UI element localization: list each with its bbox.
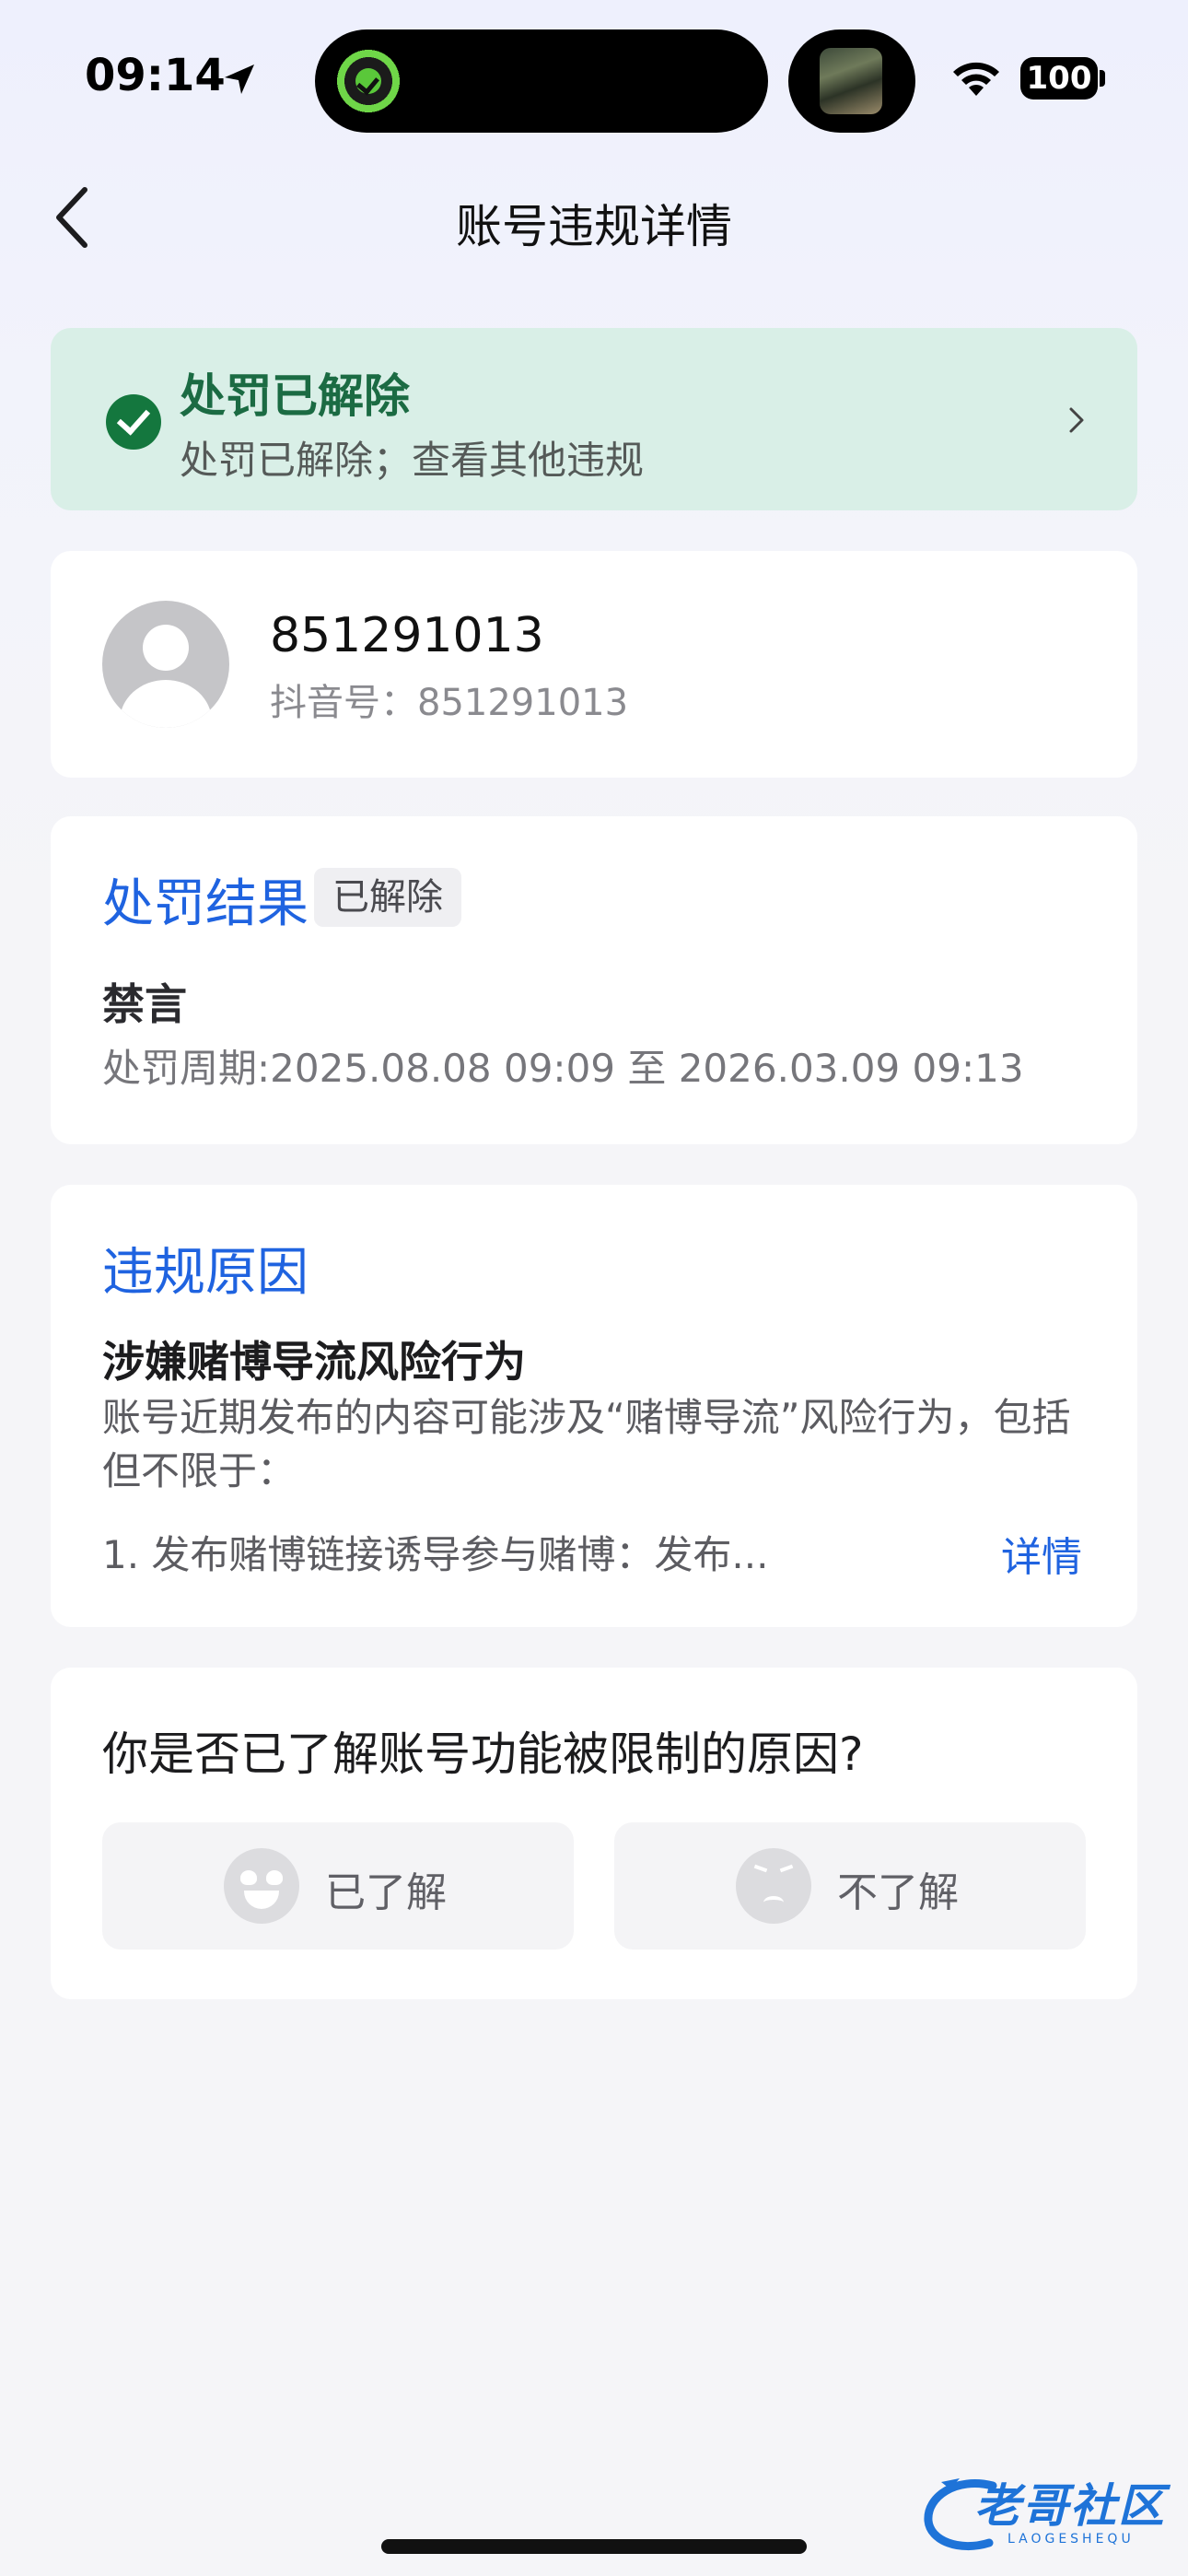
penalty-type: 禁言 [102,979,187,1029]
island-app-icon [335,48,402,114]
not-understood-label: 不了解 [837,1869,959,1916]
not-understood-button[interactable]: 不了解 [614,1822,1086,1950]
penalty-lifted-banner[interactable]: 处罚已解除 处罚已解除；查看其他违规 [51,328,1137,510]
profile-card: 851291013 抖音号：851291013 [51,551,1137,778]
watermark-logo: 老哥社区 LAOGESHEQU [919,2469,1177,2561]
check-circle-icon [106,394,161,450]
status-badge: 已解除 [314,868,461,927]
battery-cap [1100,70,1105,87]
wifi-icon [953,62,999,96]
page-title: 账号违规详情 [456,200,732,253]
status-time: 09:14 [85,50,226,101]
reason-heading: 涉嫌赌博导流风险行为 [102,1337,526,1387]
watermark-subtext: LAOGESHEQU [1007,2532,1135,2547]
reason-item: 1. 发布赌博链接诱导参与赌博：发布... [102,1532,769,1577]
banner-subtitle: 处罚已解除；查看其他违规 [180,438,645,483]
default-avatar-icon [102,601,229,728]
reason-section-title: 违规原因 [102,1243,309,1303]
chevron-right-icon [1069,407,1084,433]
now-playing-thumbnail [820,48,882,114]
details-link[interactable]: 详情 [1001,1524,1082,1583]
watermark-text: 老哥社区 [974,2479,1166,2533]
penalty-result-card: 处罚结果 已解除 禁言 处罚周期:2025.08.08 09:09 至 2026… [51,816,1137,1144]
heart-eyes-emoji-icon [224,1848,299,1924]
violation-reason-card: 违规原因 涉嫌赌博导流风险行为 账号近期发布的内容可能涉及“赌博导流”风险行为，… [51,1185,1137,1627]
understood-button[interactable]: 已了解 [102,1822,574,1950]
penalty-section-title: 处罚结果 [102,874,309,934]
profile-name: 851291013 [270,608,544,663]
home-indicator[interactable] [381,2539,807,2554]
feedback-card: 你是否已了解账号功能被限制的原因? 已了解 不了解 [51,1668,1137,1999]
frown-emoji-icon [736,1848,811,1924]
status-bar: 09:14 100 [0,0,1188,157]
reason-description: 账号近期发布的内容可能涉及“赌博导流”风险行为，包括但不限于： [102,1395,1071,1493]
feedback-question: 你是否已了解账号功能被限制的原因? [102,1727,864,1781]
profile-douyin-id: 抖音号：851291013 [270,682,629,724]
battery-indicator: 100 [1020,57,1098,100]
understood-label: 已了解 [325,1869,447,1916]
banner-title: 处罚已解除 [180,369,410,423]
penalty-period: 处罚周期:2025.08.08 09:09 至 2026.03.09 09:13 [102,1046,1024,1091]
location-arrow-icon [225,64,254,94]
